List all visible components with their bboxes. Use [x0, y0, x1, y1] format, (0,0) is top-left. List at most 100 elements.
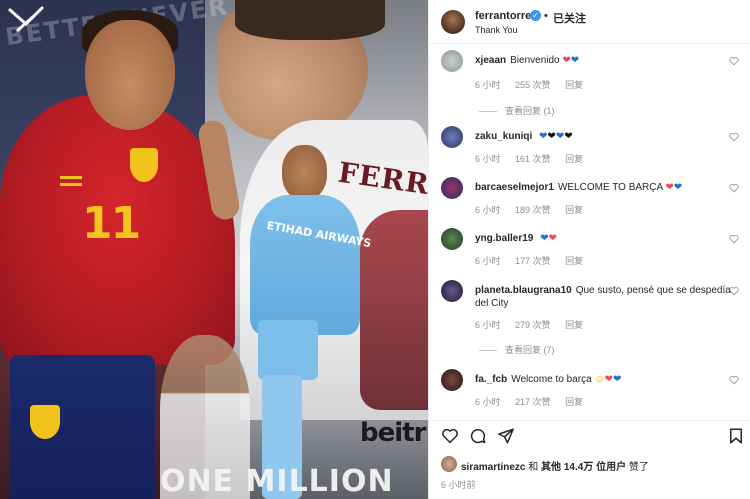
red-heart-icon: ❤: [562, 55, 571, 66]
comment-icon[interactable]: [469, 427, 487, 445]
reply-button[interactable]: 回复: [565, 397, 583, 407]
reply-button[interactable]: 回复: [565, 320, 583, 330]
commenter-username[interactable]: yng.baller19: [475, 233, 533, 244]
following-button[interactable]: 已关注: [553, 10, 586, 26]
blue-heart-icon: ❤: [613, 374, 622, 385]
commenter-avatar[interactable]: [441, 50, 463, 72]
post-side-panel: ferrantorres ✓ • 已关注 Thank You xjeaan Bie…: [428, 0, 750, 499]
comment-body: fa._fcb Welcome to barça ☺❤❤: [475, 373, 737, 386]
likes-summary: siramartinezc 和 其他 14.4万 位用户 赞了: [429, 450, 750, 478]
large-hair-graphic: [235, 0, 385, 40]
author-username[interactable]: ferrantorres: [475, 10, 537, 22]
comment-time: 6 小时: [475, 80, 501, 90]
like-comment-icon[interactable]: [729, 183, 739, 193]
red-heart-icon: ❤: [665, 182, 674, 193]
post-timestamp: 6 小时前: [441, 480, 476, 490]
like-comment-icon[interactable]: [729, 234, 739, 244]
adidas-logo-icon: [60, 176, 82, 186]
like-comment-icon[interactable]: [729, 132, 739, 142]
reply-button[interactable]: 回复: [565, 205, 583, 215]
blue-heart-icon: ❤: [570, 55, 580, 66]
post-header: ferrantorres ✓ • 已关注 Thank You: [429, 0, 750, 44]
author-avatar[interactable]: [441, 10, 465, 34]
likes-text: siramartinezc 和 其他 14.4万 位用户 赞了: [461, 458, 649, 473]
comment-likes[interactable]: 161 次赞: [515, 154, 551, 164]
share-icon[interactable]: [497, 427, 515, 445]
reply-button[interactable]: 回复: [565, 154, 583, 164]
blue-heart-icon: ❤: [540, 233, 549, 244]
comment-meta: 6 小时 161 次赞 回复: [475, 152, 595, 165]
commenter-username[interactable]: barcaeselmejor1: [475, 182, 554, 193]
like-comment-icon[interactable]: [729, 375, 739, 385]
spain-shorts-crest-icon: [30, 405, 60, 439]
commenter-avatar[interactable]: [441, 177, 463, 199]
smile-emoji-icon: ☺: [594, 374, 605, 385]
bottom-banner-text: ONE MILLION: [160, 464, 394, 499]
commenter-username[interactable]: planeta.blaugrana10: [475, 285, 572, 296]
comment-time: 6 小时: [475, 320, 501, 330]
heart-icon[interactable]: [441, 427, 459, 445]
comment-body: yng.baller19 ❤❤: [475, 232, 737, 245]
reply-button[interactable]: 回复: [565, 80, 583, 90]
likes-others-label[interactable]: 其他: [541, 462, 561, 473]
player-head-graphic: [85, 20, 175, 130]
comment-time: 6 小时: [475, 256, 501, 266]
comment-likes[interactable]: 177 次赞: [515, 256, 551, 266]
comment-likes[interactable]: 189 次赞: [515, 205, 551, 215]
replies-line: [479, 111, 497, 113]
likes-suffix: 位用户: [596, 462, 627, 473]
liker-avatar[interactable]: [441, 456, 457, 472]
black-heart-icon: ❤: [547, 131, 556, 142]
bookmark-icon[interactable]: [727, 427, 745, 445]
spain-crest-icon: [130, 148, 158, 182]
reply-button[interactable]: 回复: [565, 256, 583, 266]
city-shorts-graphic: [258, 320, 318, 380]
comment-time: 6 小时: [475, 397, 501, 407]
likes-and-label: 和: [528, 462, 539, 473]
comment-likes[interactable]: 255 次赞: [515, 80, 551, 90]
commenter-avatar[interactable]: [441, 126, 463, 148]
red-heart-icon: ❤: [548, 233, 557, 244]
commenter-username[interactable]: zaku_kuniqi: [475, 131, 532, 142]
black-heart-icon: ❤: [564, 131, 573, 142]
commenter-avatar[interactable]: [441, 228, 463, 250]
comment-meta: 6 小时 279 次赞 回复: [475, 318, 595, 331]
post-caption: Thank You: [475, 25, 518, 35]
view-replies-label: 查看回复 (7): [505, 345, 555, 355]
post-media-image[interactable]: BETTER NEVER STOPS FERR 11 ETIHAD AIRWAY…: [0, 0, 428, 499]
comment-meta: 6 小时 189 次赞 回复: [475, 203, 595, 216]
like-comment-icon[interactable]: [729, 56, 739, 66]
commenter-avatar[interactable]: [441, 280, 463, 302]
blue-heart-icon: ❤: [555, 131, 565, 142]
like-comment-icon[interactable]: [729, 286, 739, 296]
view-replies-button[interactable]: 查看回复 (7): [479, 343, 555, 356]
watermark-logo-icon: [8, 6, 44, 32]
comment-text: WELCOME TO BARÇA: [557, 182, 663, 193]
comment-time: 6 小时: [475, 205, 501, 215]
likes-count[interactable]: 14.4万: [564, 462, 593, 473]
city-shirt-graphic: [250, 195, 360, 335]
likes-tail: 赞了: [628, 462, 649, 473]
comment-text: Bienvenido: [510, 55, 560, 66]
city-player-head-graphic: [282, 145, 327, 200]
post-action-bar: [429, 420, 750, 450]
comment-meta: 6 小时 217 次赞 回复: [475, 395, 595, 408]
commenter-username[interactable]: fa._fcb: [475, 374, 507, 385]
red-heart-icon: ❤: [604, 374, 614, 385]
sponsor-bottom-text: beitr: [360, 418, 426, 448]
comment-meta: 6 小时 177 次赞 回复: [475, 254, 595, 267]
header-separator: •: [544, 10, 548, 22]
blue-heart-icon: ❤: [673, 182, 683, 193]
replies-line: [479, 350, 497, 352]
view-replies-button[interactable]: 查看回复 (1): [479, 104, 555, 117]
comment-time: 6 小时: [475, 154, 501, 164]
liker-username[interactable]: siramartinezc: [461, 462, 525, 473]
commenter-avatar[interactable]: [441, 369, 463, 391]
comment-likes[interactable]: 217 次赞: [515, 397, 551, 407]
comment-meta: 6 小时 255 次赞 回复: [475, 78, 595, 91]
comment-text: Welcome to barça: [511, 374, 592, 385]
comment-likes[interactable]: 279 次赞: [515, 320, 551, 330]
comment-body: planeta.blaugrana10 Que susto, pensé que …: [475, 284, 737, 310]
jersey-number: 11: [82, 198, 141, 249]
commenter-username[interactable]: xjeaan: [475, 55, 506, 66]
